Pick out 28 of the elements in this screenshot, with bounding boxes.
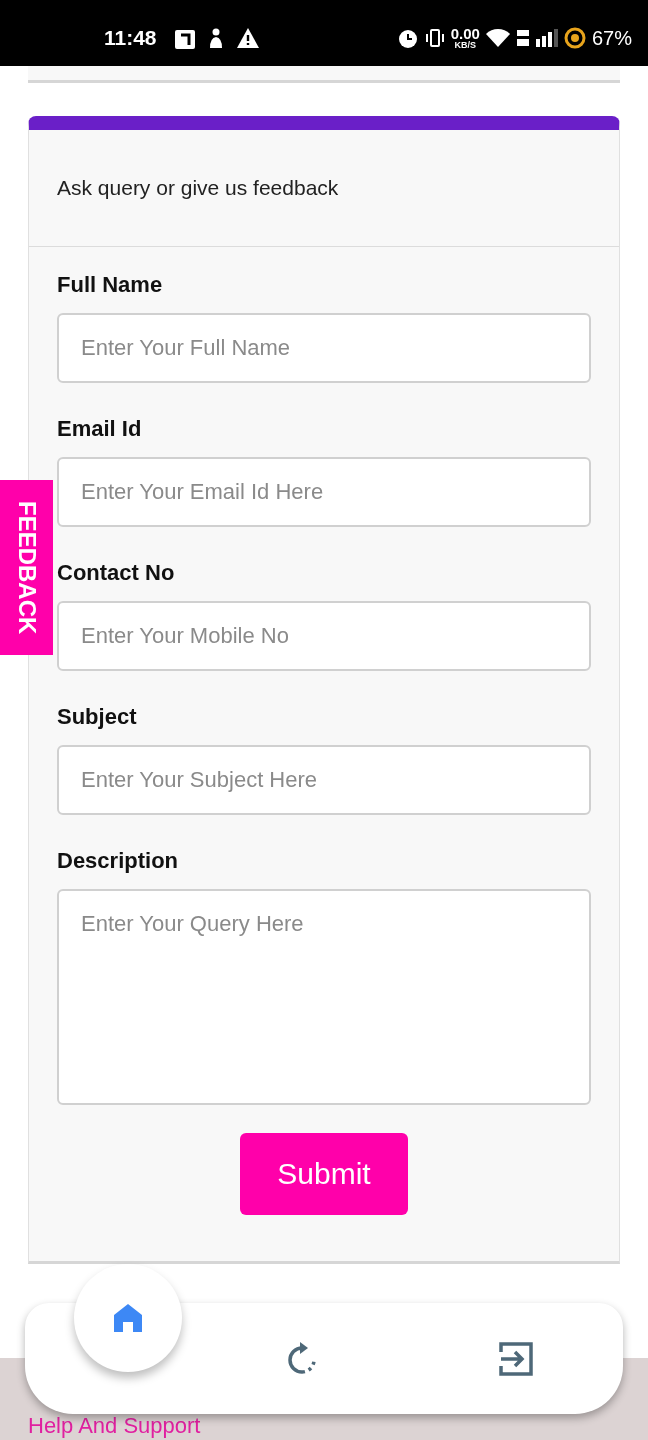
description-field[interactable]: Enter Your Query Here [57,889,591,1105]
battery-level: 67% [591,26,632,50]
submit-button[interactable]: Submit [240,1133,408,1215]
data-unit: KB/S [454,41,477,50]
battery-icon [563,27,586,49]
input-field[interactable]: Enter Your Email Id Here [57,457,591,527]
vibrate-icon [424,28,445,48]
field-label: Contact No [57,561,176,585]
field-label: Email Id [57,417,143,441]
input-field[interactable]: Enter Your Full Name [57,313,591,383]
field-label: Full Name [57,273,164,297]
signal-icon [535,29,558,47]
warning-icon [236,28,259,48]
input-field[interactable]: Enter Your Mobile No [57,601,591,671]
status-time: 11:48 [104,26,157,50]
feedback-tab[interactable]: FEEDBACK [0,480,53,655]
exit-icon [499,1341,533,1376]
refresh-icon [286,1341,318,1376]
home-icon [112,1302,144,1334]
field-label: Subject [57,705,138,729]
form-heading: Ask query or give us feedback [57,176,339,200]
nav-button[interactable] [74,1264,182,1372]
wifi-icon [485,29,510,47]
input-field[interactable]: Enter Your Subject Here [57,745,591,815]
alarm-icon [396,27,419,49]
field-label: Description [57,849,180,873]
help-link[interactable]: Help And Support [28,1414,201,1438]
data-speed: 0.00 [450,26,480,41]
